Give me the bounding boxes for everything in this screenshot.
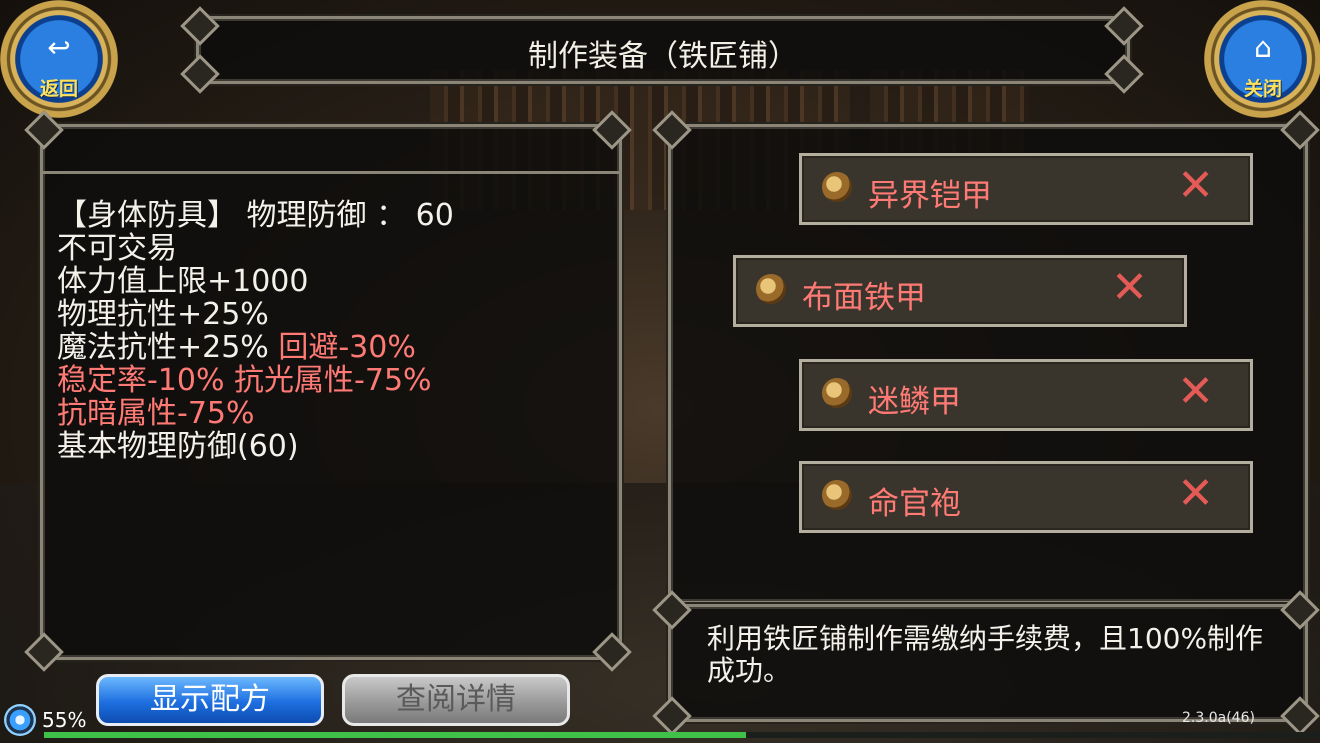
- progress-fill: [44, 732, 746, 738]
- stat-text: 魔法抗性+25%: [57, 330, 279, 365]
- description-text: 利用铁匠铺制作需缴纳手续费，且100%制作成功。: [707, 622, 1264, 687]
- stat-line: 不可交易: [57, 232, 454, 265]
- close-button[interactable]: ⌂ 关闭: [1204, 0, 1320, 118]
- version-label: 2.3.0a(46): [1182, 710, 1255, 726]
- x-icon: ✕: [1177, 160, 1214, 211]
- x-icon: ✕: [1177, 366, 1214, 417]
- page-title: 制作装备（铁匠铺）: [528, 39, 798, 74]
- armor-icon: [822, 480, 852, 510]
- stat-text: 稳定率-10% 抗光属性-75%: [57, 363, 432, 398]
- stat-line: 【身体防具】 物理防御 ： 60: [57, 199, 454, 232]
- stat-text: 物理抗性+25%: [57, 297, 269, 332]
- battery-icon: [4, 704, 36, 736]
- stat-text: 抗暗属性-75%: [57, 396, 255, 431]
- description-panel: 利用铁匠铺制作需缴纳手续费，且100%制作成功。: [668, 604, 1308, 722]
- recipe-name: 异界铠甲: [868, 178, 992, 214]
- recipe-item[interactable]: 迷鳞甲 ✕: [799, 359, 1253, 431]
- recipe-name: 布面铁甲: [802, 280, 926, 316]
- stat-text: 回避-30%: [278, 330, 416, 365]
- x-icon: ✕: [1177, 468, 1214, 519]
- back-arrow-icon: ↩: [47, 31, 71, 64]
- stat-line: 基本物理防御(60): [57, 430, 454, 463]
- stat-text: 基本物理防御(60): [57, 429, 299, 464]
- armor-icon: [822, 378, 852, 408]
- recipe-name: 迷鳞甲: [868, 384, 961, 420]
- x-icon: ✕: [1111, 262, 1148, 313]
- stat-line: 稳定率-10% 抗光属性-75%: [57, 364, 454, 397]
- recipe-item[interactable]: 异界铠甲 ✕: [799, 153, 1253, 225]
- title-bar: 制作装备（铁匠铺）: [196, 16, 1130, 84]
- stat-text: 不可交易: [57, 231, 177, 266]
- battery-percent: 55%: [42, 708, 87, 732]
- recipe-name: 命官袍: [868, 486, 961, 522]
- recipe-item[interactable]: 布面铁甲 ✕: [733, 255, 1187, 327]
- stat-line: 抗暗属性-75%: [57, 397, 454, 430]
- stat-text: 体力值上限+1000: [57, 264, 309, 299]
- stat-line: 体力值上限+1000: [57, 265, 454, 298]
- home-icon: ⌂: [1254, 31, 1272, 64]
- panel-divider: [43, 171, 619, 174]
- armor-icon: [756, 274, 786, 304]
- armor-icon: [822, 172, 852, 202]
- stat-text: 【身体防具】 物理防御 ： 60: [57, 198, 454, 233]
- stat-line: 魔法抗性+25% 回避-30%: [57, 331, 454, 364]
- recipe-list-panel: 异界铠甲 ✕ 布面铁甲 ✕ 迷鳞甲 ✕ 命官袍 ✕: [668, 124, 1308, 604]
- back-button[interactable]: ↩ 返回: [0, 0, 118, 118]
- view-detail-button[interactable]: 查阅详情: [342, 674, 570, 726]
- item-info-panel: 【身体防具】 物理防御 ： 60 不可交易 体力值上限+1000 物理抗性+25% 魔法…: [40, 124, 622, 660]
- close-button-label: 关闭: [1243, 78, 1282, 100]
- progress-bar: [44, 732, 1320, 738]
- back-button-label: 返回: [39, 78, 78, 100]
- item-stats: 【身体防具】 物理防御 ： 60 不可交易 体力值上限+1000 物理抗性+25% 魔法…: [57, 199, 454, 463]
- recipe-item[interactable]: 命官袍 ✕: [799, 461, 1253, 533]
- show-recipe-button[interactable]: 显示配方: [96, 674, 324, 726]
- stat-line: 物理抗性+25%: [57, 298, 454, 331]
